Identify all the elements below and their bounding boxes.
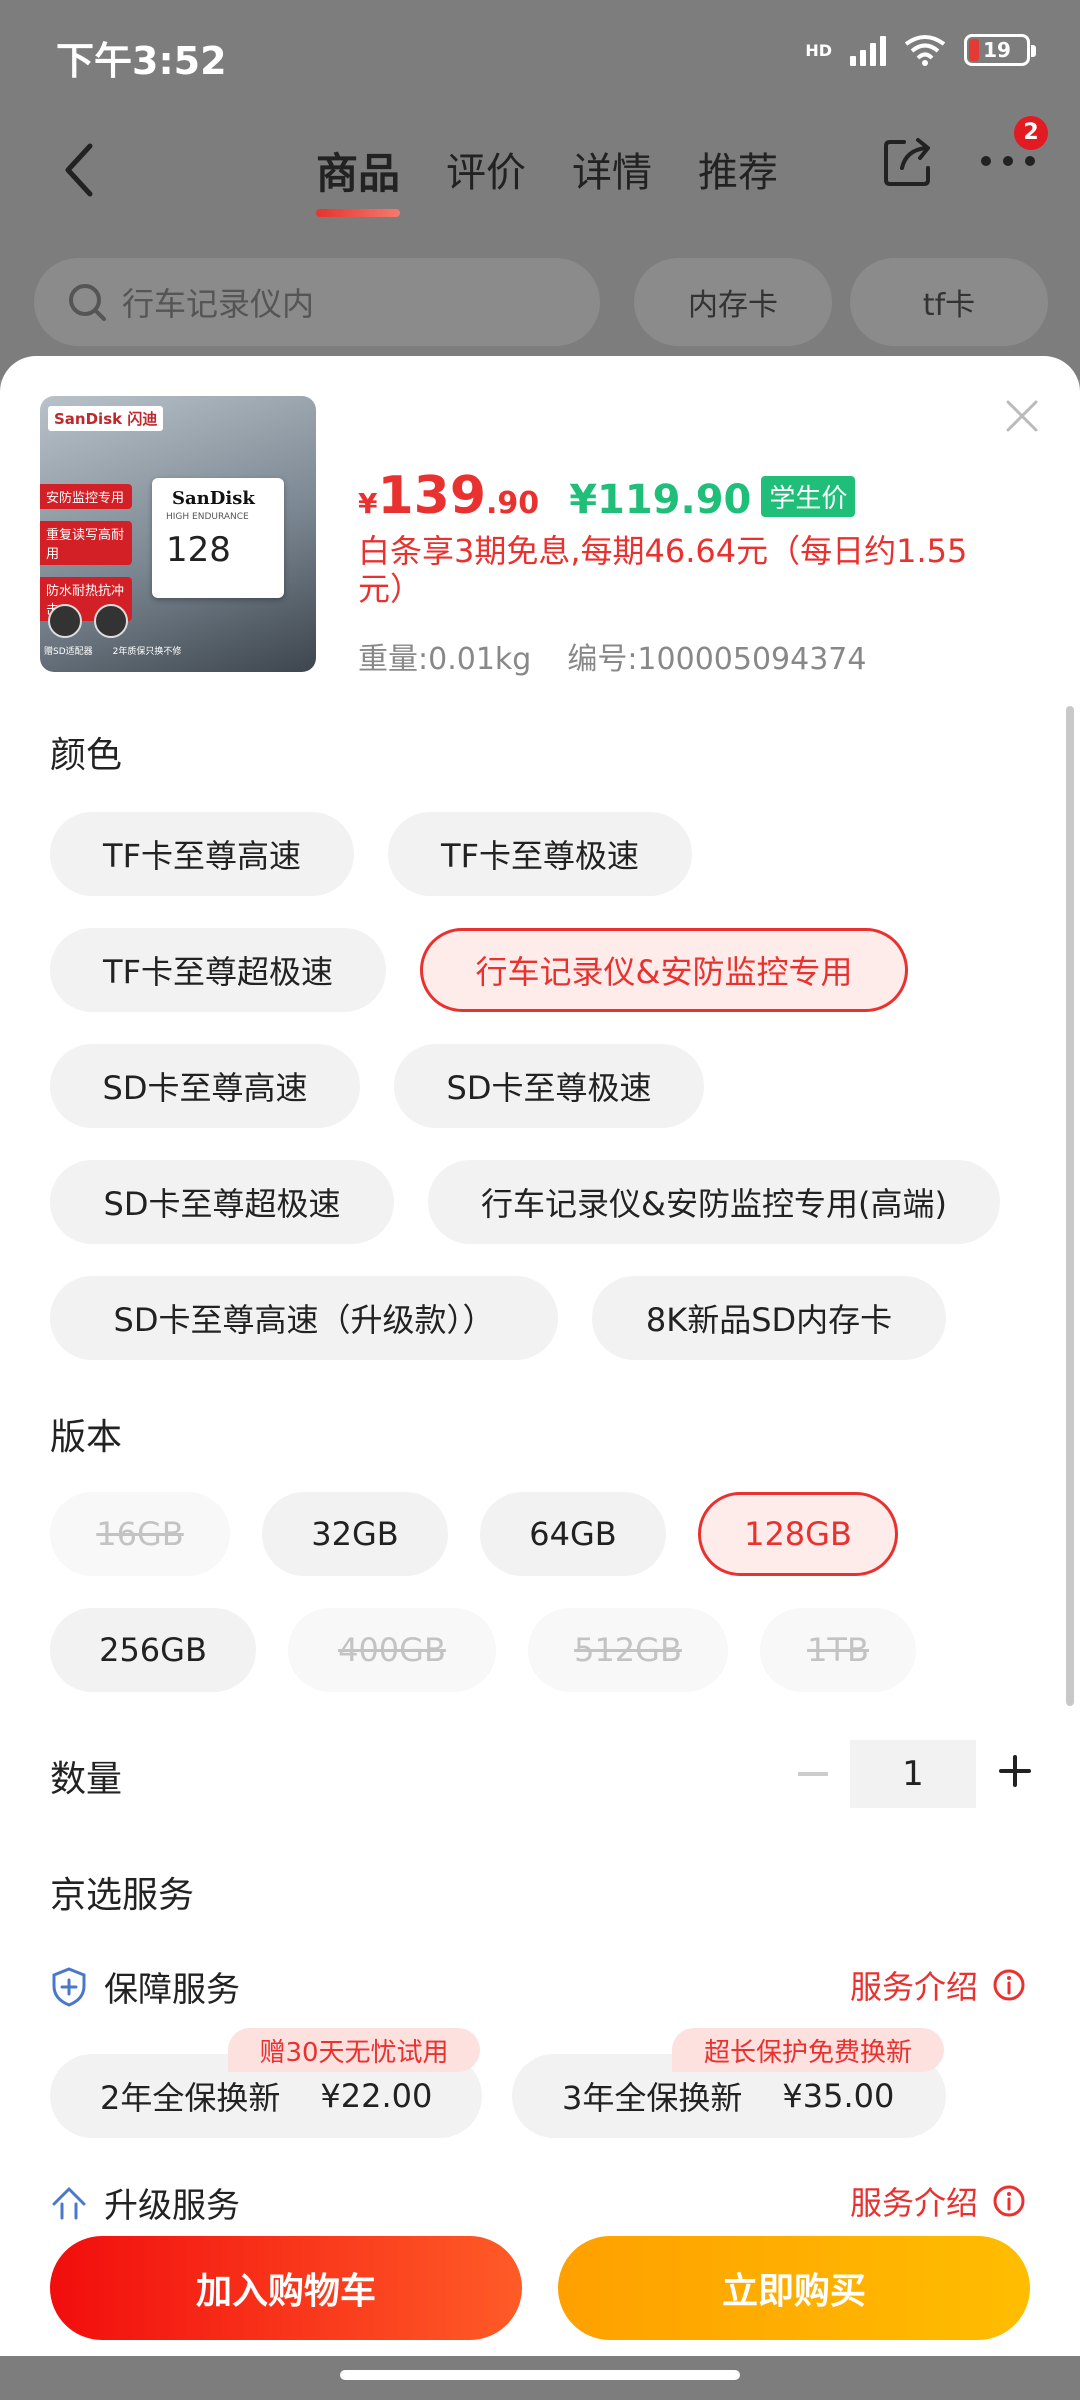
- installment-info: 白条享3期免息,每期46.64元（每日约1.55元）: [358, 532, 968, 608]
- tab-product[interactable]: 商品: [316, 130, 401, 217]
- student-price: ¥119.90: [569, 477, 752, 523]
- tab-reviews[interactable]: 评价: [446, 130, 526, 211]
- back-arrow-icon[interactable]: [58, 140, 108, 200]
- thumb-icon-label: 2年质保只换不修: [112, 647, 182, 657]
- thumb-brand: SanDisk 闪迪: [48, 406, 164, 431]
- more-icon[interactable]: [978, 146, 1038, 176]
- version-option-selected[interactable]: 128GB: [698, 1492, 898, 1576]
- version-option-disabled: 400GB: [288, 1608, 496, 1692]
- thumb-card-capacity: 128: [166, 530, 231, 570]
- battery-icon: 19: [964, 34, 1036, 66]
- upgrade-service-info-link[interactable]: 服务介绍: [850, 2178, 1026, 2224]
- color-option[interactable]: TF卡至尊极速: [388, 812, 692, 896]
- info-icon: [993, 2185, 1025, 2217]
- tab-recommend[interactable]: 推荐: [698, 130, 778, 211]
- quantity-input[interactable]: 1: [850, 1740, 976, 1808]
- scrollbar[interactable]: [1066, 706, 1074, 1706]
- thumb-card-brand: SanDisk: [172, 488, 255, 509]
- price-integer: 139: [377, 466, 487, 526]
- battery-level: 19: [983, 38, 1011, 62]
- color-option[interactable]: SD卡至尊超极速: [50, 1160, 394, 1244]
- version-option-disabled: 16GB: [50, 1492, 230, 1576]
- version-option[interactable]: 32GB: [262, 1492, 448, 1576]
- protect-card-price: ¥35.00: [782, 2077, 895, 2115]
- thumb-icons: [48, 604, 128, 638]
- color-option[interactable]: 8K新品SD内存卡: [592, 1276, 946, 1360]
- quantity-title: 数量: [50, 1759, 123, 1800]
- color-option[interactable]: TF卡至尊高速: [50, 812, 354, 896]
- search-row: 行车记录仪内 内存卡 tf卡: [0, 258, 1080, 348]
- signal-icon: [850, 34, 886, 66]
- upgrade-service-title: 升级服务: [104, 2186, 240, 2226]
- thumb-tag: 重复读写高耐用: [40, 521, 132, 565]
- product-thumbnail[interactable]: SanDisk 闪迪 安防监控专用 重复读写高耐用 防水耐热抗冲击 SanDis…: [40, 396, 316, 672]
- home-indicator[interactable]: [340, 2370, 740, 2380]
- color-option[interactable]: SD卡至尊高速（升级款））: [50, 1276, 558, 1360]
- info-icon: [993, 1969, 1025, 2001]
- protect-card-name: 2年全保换新: [100, 2079, 281, 2117]
- add-to-cart-button[interactable]: 加入购物车: [50, 2236, 522, 2340]
- quantity-minus-button[interactable]: [798, 1772, 828, 1776]
- top-nav: 商品 评价 详情 推荐 2: [0, 110, 1080, 240]
- wifi-icon: [904, 35, 946, 66]
- quantity-plus-button[interactable]: [998, 1754, 1032, 1788]
- version-option[interactable]: 64GB: [480, 1492, 666, 1576]
- version-option-disabled: 1TB: [760, 1608, 916, 1692]
- system-icons: HD 19: [805, 34, 1036, 66]
- protect-service-title: 保障服务: [104, 1970, 240, 2010]
- thumb-icon-label: 赠SD适配器: [44, 647, 93, 657]
- search-chip-memory-card[interactable]: 内存卡: [634, 258, 832, 346]
- protect-card-promo: 赠30天无忧试用: [228, 2028, 480, 2072]
- search-chip-tf-card[interactable]: tf卡: [850, 258, 1048, 346]
- color-option[interactable]: SD卡至尊极速: [394, 1044, 704, 1128]
- tab-details[interactable]: 详情: [572, 130, 652, 211]
- protect-service-info-link[interactable]: 服务介绍: [850, 1962, 1026, 2008]
- upgrade-service-row: 升级服务: [50, 2178, 240, 2227]
- search-icon: [69, 284, 106, 321]
- version-option-disabled: 512GB: [528, 1608, 728, 1692]
- color-option[interactable]: SD卡至尊高速: [50, 1044, 360, 1128]
- close-icon[interactable]: [1002, 396, 1042, 436]
- color-option[interactable]: 行车记录仪&安防监控专用(高端): [428, 1160, 1000, 1244]
- color-option-selected[interactable]: 行车记录仪&安防监控专用: [420, 928, 908, 1012]
- thumb-icon-labels: 赠SD适配器 2年质保只换不修: [44, 644, 181, 657]
- buy-now-button[interactable]: 立即购买: [558, 2236, 1030, 2340]
- upgrade-service-link-label: 服务介绍: [850, 2184, 979, 2222]
- shield-icon: [52, 1966, 86, 2007]
- product-meta: 重量:0.01kg 编号:100005094374: [358, 634, 866, 678]
- version-title: 版本: [50, 1417, 123, 1458]
- search-placeholder: 行车记录仪内: [122, 285, 315, 323]
- thumb-tag: 安防监控专用: [40, 484, 132, 509]
- color-option[interactable]: TF卡至尊超极速: [50, 928, 386, 1012]
- price-decimal: .90: [486, 486, 540, 521]
- services-title: 京选服务: [50, 1875, 195, 1916]
- price-row: ¥ 139 .90 ¥119.90 学生价: [358, 466, 856, 526]
- status-time: 下午3:52: [56, 39, 227, 83]
- product-weight: 重量:0.01kg: [358, 642, 532, 677]
- currency-symbol: ¥: [358, 487, 378, 520]
- thumb-tags: 安防监控专用 重复读写高耐用 防水耐热抗冲击: [40, 484, 132, 621]
- search-input[interactable]: 行车记录仪内: [34, 258, 600, 346]
- thumb-sd-card: SanDisk HIGH ENDURANCE 128: [152, 478, 284, 598]
- status-bar: 下午3:52 HD 19: [0, 0, 1080, 110]
- protect-card-name: 3年全保换新: [562, 2079, 743, 2117]
- upgrade-arrow-icon: [52, 2187, 86, 2219]
- nav-tabs: 商品 评价 详情 推荐: [316, 130, 778, 217]
- protect-service-row: 保障服务: [50, 1962, 240, 2011]
- share-icon[interactable]: [880, 134, 936, 190]
- sku-selector-sheet: SanDisk 闪迪 安防监控专用 重复读写高耐用 防水耐热抗冲击 SanDis…: [0, 356, 1080, 2400]
- product-sku: 编号:100005094374: [567, 642, 867, 677]
- protect-card-promo: 超长保护免费换新: [672, 2028, 944, 2072]
- thumb-card-sub: HIGH ENDURANCE: [166, 512, 249, 522]
- version-option[interactable]: 256GB: [50, 1608, 256, 1692]
- hd-indicator: HD: [805, 40, 832, 60]
- notification-badge: 2: [1014, 116, 1048, 150]
- protect-service-link-label: 服务介绍: [850, 1968, 979, 2006]
- student-price-tag: 学生价: [761, 476, 856, 517]
- protect-card-price: ¥22.00: [320, 2077, 433, 2115]
- color-title: 颜色: [50, 735, 123, 776]
